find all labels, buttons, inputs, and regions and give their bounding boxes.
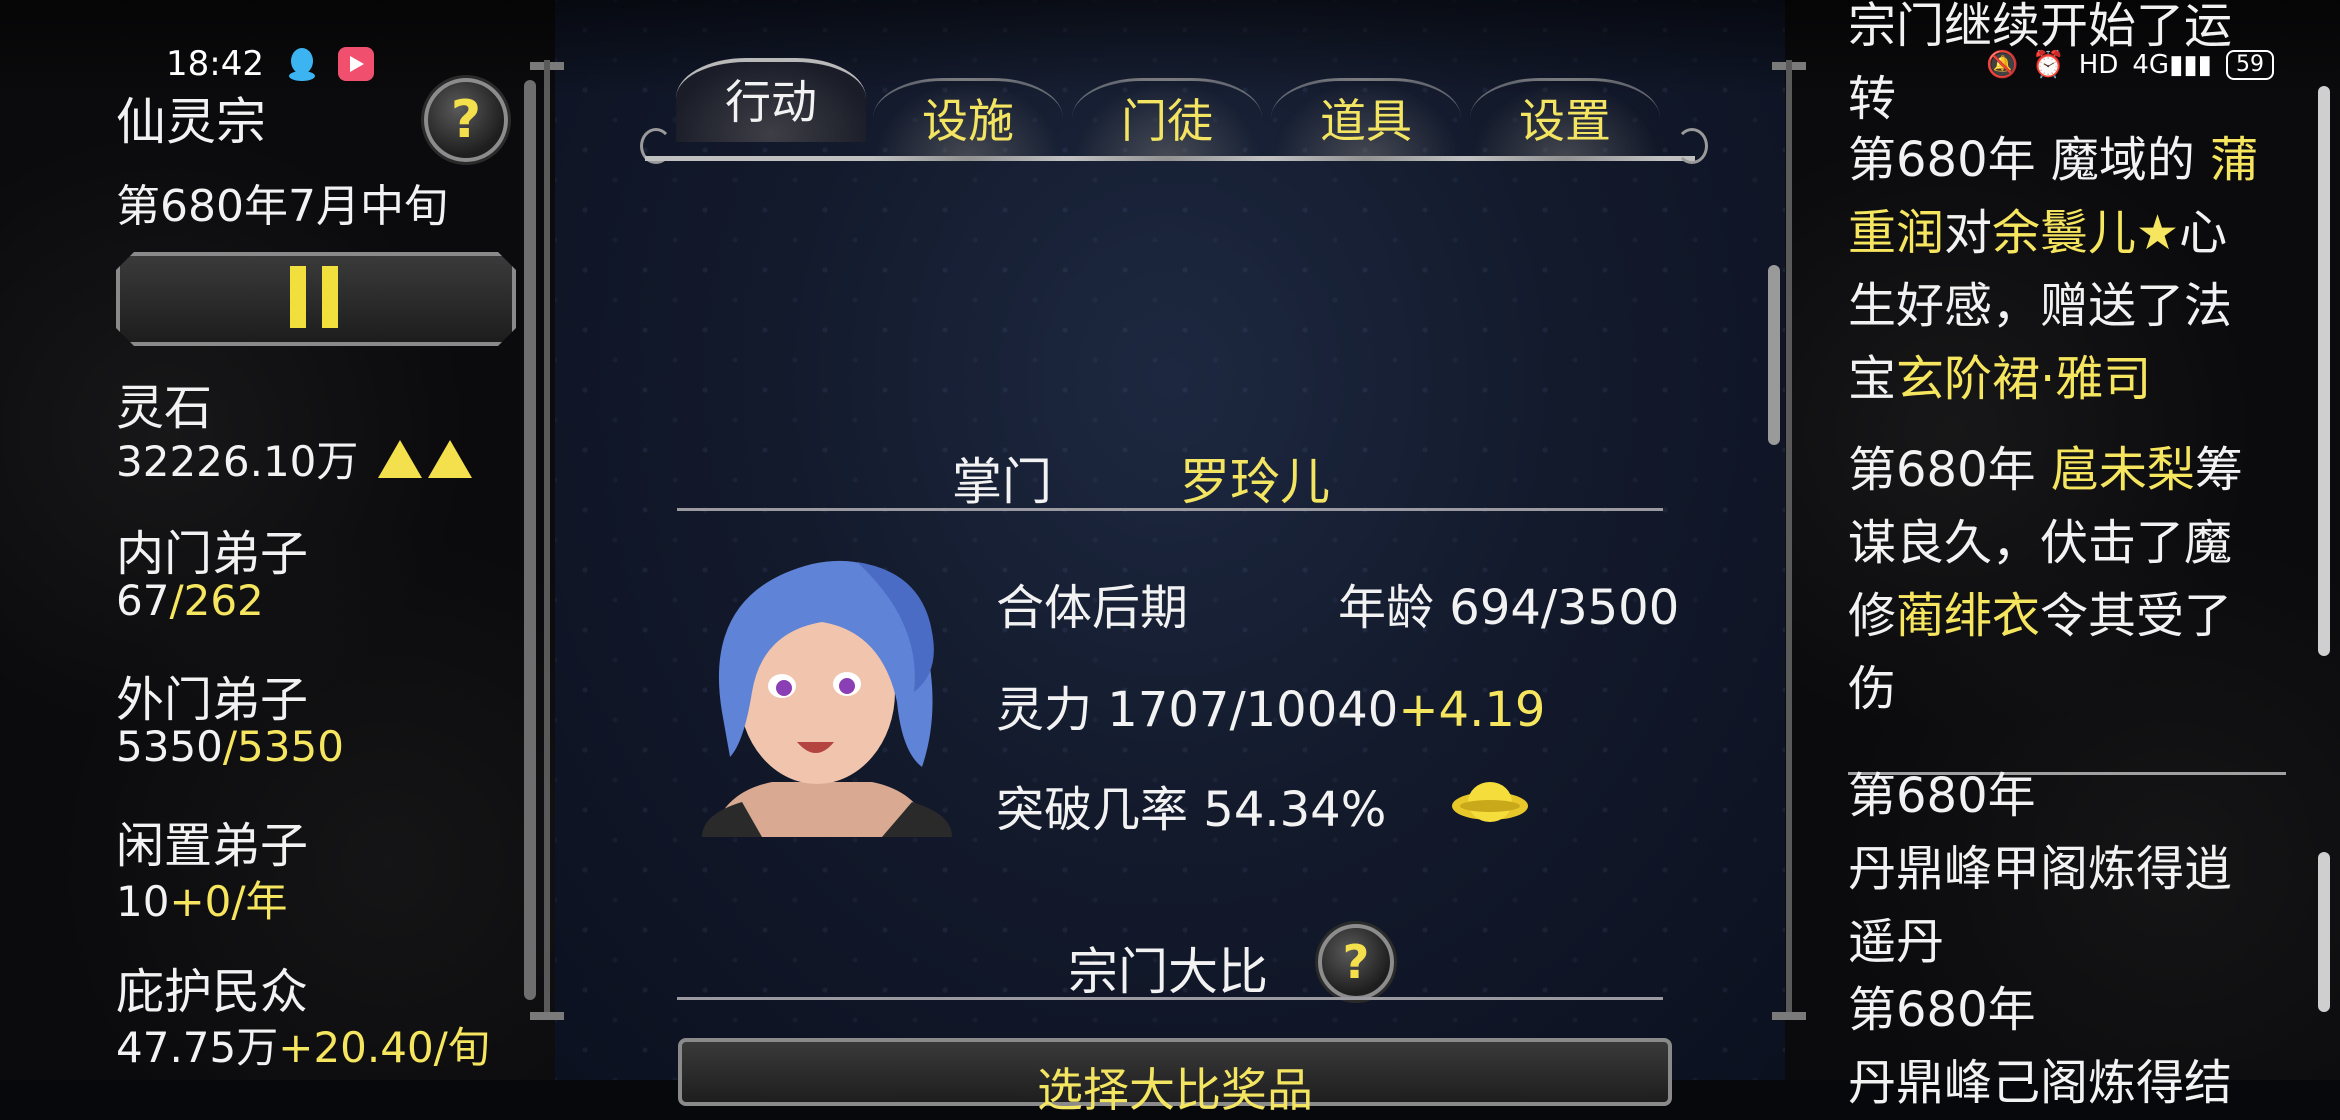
stat-label-idle-disciples: 闲置弟子 — [116, 818, 309, 874]
competition-title: 宗门大比 — [1068, 943, 1268, 1001]
left-scroll-thumb[interactable] — [524, 80, 536, 1000]
log-entry: 第680年 扈未梨筹谋良久，伏击了魔修蔺绯衣令其受了伤 — [1848, 442, 2243, 717]
divider — [677, 997, 1663, 1000]
scroll-cap — [530, 1012, 564, 1020]
qq-icon — [289, 48, 315, 81]
breakthrough-pill-icon[interactable] — [1450, 772, 1530, 824]
question-icon: ? — [450, 90, 482, 150]
pause-button[interactable] — [116, 252, 516, 346]
master-name[interactable]: 罗玲儿 — [1180, 442, 1330, 514]
log-entry: 第680年 魔域的 蒲重润对余鬟儿★心生好感，赠送了法宝玄阶裙·雅司 — [1848, 132, 2259, 407]
stat-value-protected-people: 47.75万+20.40/旬 — [116, 1023, 490, 1072]
left-scroll-track[interactable] — [544, 60, 550, 1020]
log-scroll-thumb-lower[interactable] — [2318, 852, 2330, 1012]
tab-actions[interactable]: 行动 — [676, 58, 866, 142]
center-scroll-track[interactable] — [1786, 60, 1792, 1020]
master-spirit-power: 灵力 1707/10040+4.19 — [996, 682, 1546, 738]
pause-icon-bar — [322, 266, 338, 328]
center-scroll-thumb[interactable] — [1768, 265, 1780, 445]
master-age: 年龄 694/3500 — [1338, 580, 1680, 636]
game-date: 第680年7月中旬 — [116, 181, 448, 232]
stat-label-inner-disciples: 内门弟子 — [116, 526, 309, 582]
status-time: 18:42 — [166, 44, 264, 84]
master-breakthrough-rate: 突破几率 54.34% — [996, 782, 1387, 838]
stat-value-idle-disciples: 10+0/年 — [116, 877, 288, 926]
master-portrait[interactable] — [682, 552, 962, 837]
question-icon: ? — [1342, 935, 1370, 989]
tab-disciples[interactable]: 门徒 — [1072, 78, 1262, 161]
tab-facilities[interactable]: 设施 — [873, 78, 1063, 161]
competition-help-button[interactable]: ? — [1318, 924, 1394, 1000]
stat-label-outer-disciples: 外门弟子 — [116, 672, 309, 728]
scroll-cap — [1772, 1012, 1806, 1020]
stat-value-outer-disciples: 5350/5350 — [116, 722, 344, 771]
tab-items[interactable]: 道具 — [1271, 78, 1461, 161]
log-entry: 第680年 丹鼎峰己阁炼得结 — [1848, 982, 2233, 1111]
divider — [677, 508, 1663, 511]
stat-value-inner-disciples: 67/262 — [116, 576, 264, 625]
pause-icon-bar — [290, 266, 306, 328]
tab-settings[interactable]: 设置 — [1470, 78, 1660, 161]
up-arrow-icon — [377, 440, 422, 478]
choose-reward-button[interactable]: 选择大比奖品 — [678, 1038, 1672, 1117]
log-scroll-thumb[interactable] — [2318, 86, 2330, 656]
center-panel-background — [555, 0, 1785, 1080]
sect-name: 仙灵宗 — [116, 93, 266, 151]
log-entry-partial: 宗门继续开始了运转 — [1848, 0, 2233, 127]
tab-bar-ornament-right — [1676, 128, 1708, 164]
stat-label-protected-people: 庇护民众 — [116, 964, 309, 1020]
help-button[interactable]: ? — [424, 78, 508, 162]
master-label: 掌门 — [952, 453, 1052, 511]
stat-value-spirit-stone: 32226.10万 — [116, 428, 472, 489]
master-realm: 合体后期 — [996, 580, 1189, 636]
log-entry: 第680年 丹鼎峰甲阁炼得逍遥丹 — [1848, 768, 2233, 970]
video-app-icon — [338, 47, 374, 81]
up-arrow-icon — [427, 440, 472, 478]
